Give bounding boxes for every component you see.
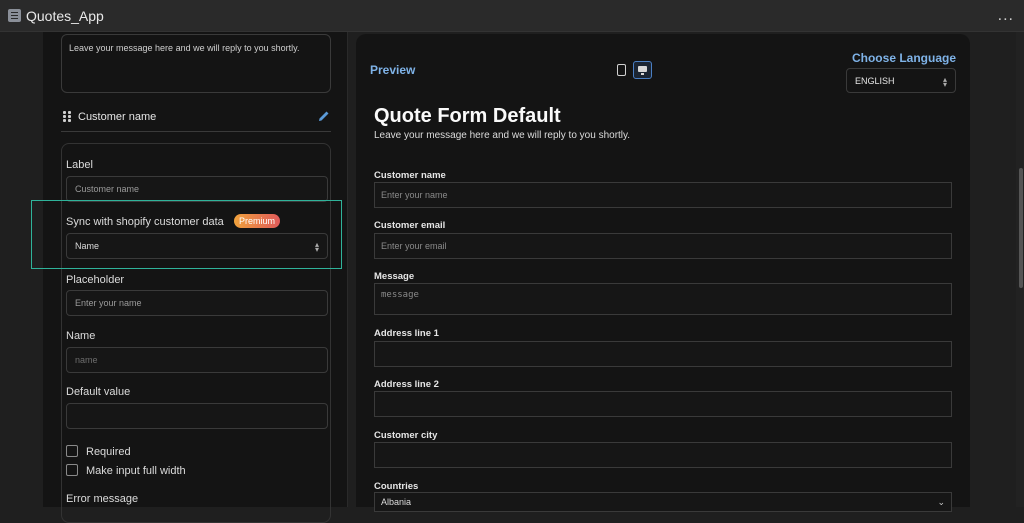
field-row-customer-name[interactable]: Customer name [61, 106, 331, 132]
name-input[interactable]: name [66, 347, 328, 373]
countries-label: Countries [374, 481, 419, 492]
drag-handle-icon[interactable] [63, 111, 71, 123]
label-heading: Label [66, 159, 93, 171]
sync-highlight-box [31, 200, 342, 269]
app-title: Quotes_App [26, 8, 104, 24]
scrollbar-thumb[interactable] [1019, 168, 1023, 288]
customer-city-label: Customer city [374, 430, 438, 441]
title-bar: Quotes_App ... [0, 0, 1024, 32]
pencil-icon[interactable] [317, 109, 331, 123]
choose-language-heading: Choose Language [851, 51, 956, 65]
customer-name-label: Customer name [374, 170, 446, 181]
default-value-heading: Default value [66, 386, 131, 398]
more-options-icon[interactable]: ... [998, 7, 1014, 25]
error-message-heading: Error message [66, 493, 139, 505]
address-line-1-label: Address line 1 [374, 328, 439, 339]
countries-select[interactable]: Albania ⌄ [374, 492, 952, 512]
select-arrows-icon: ▴ ▾ [942, 75, 947, 89]
address-line-2-input[interactable] [374, 391, 952, 417]
countries-value: Albania [381, 497, 412, 507]
field-editor-panel: Leave your message here and we will repl… [43, 32, 348, 523]
app-icon [8, 9, 21, 22]
address-line-2-label: Address line 2 [374, 379, 439, 390]
customer-city-input[interactable] [374, 442, 952, 468]
scrollbar[interactable] [1016, 32, 1024, 507]
placeholder-heading: Placeholder [66, 274, 125, 286]
required-label: Required [86, 446, 131, 458]
field-title: Customer name [78, 111, 157, 123]
label-input[interactable]: Customer name [66, 176, 328, 202]
placeholder-input[interactable]: Enter your name [66, 290, 328, 316]
mobile-view-icon[interactable] [617, 64, 626, 76]
required-checkbox[interactable] [66, 445, 78, 457]
full-width-checkbox[interactable] [66, 464, 78, 476]
address-line-1-input[interactable] [374, 341, 952, 367]
message-textarea[interactable]: message [374, 283, 952, 315]
customer-name-input[interactable]: Enter your name [374, 182, 952, 208]
preview-panel: Preview Choose Language ENGLISH ▴ ▾ Quote… [356, 34, 970, 512]
form-description-textarea[interactable]: Leave your message here and we will repl… [61, 34, 331, 93]
desktop-view-icon[interactable] [633, 61, 652, 79]
message-label: Message [374, 271, 415, 282]
default-value-input[interactable] [66, 403, 328, 429]
preview-heading: Preview [370, 63, 416, 77]
name-heading: Name [66, 330, 96, 342]
language-select[interactable]: ENGLISH ▴ ▾ [846, 68, 956, 93]
form-title: Quote Form Default [374, 105, 561, 127]
full-width-label: Make input full width [86, 465, 186, 477]
customer-email-input[interactable]: Enter your email [374, 233, 952, 259]
customer-email-label: Customer email [374, 220, 446, 231]
language-value: ENGLISH [855, 75, 895, 86]
chevron-down-icon: ⌄ [937, 497, 945, 507]
form-description: Leave your message here and we will repl… [374, 130, 631, 141]
